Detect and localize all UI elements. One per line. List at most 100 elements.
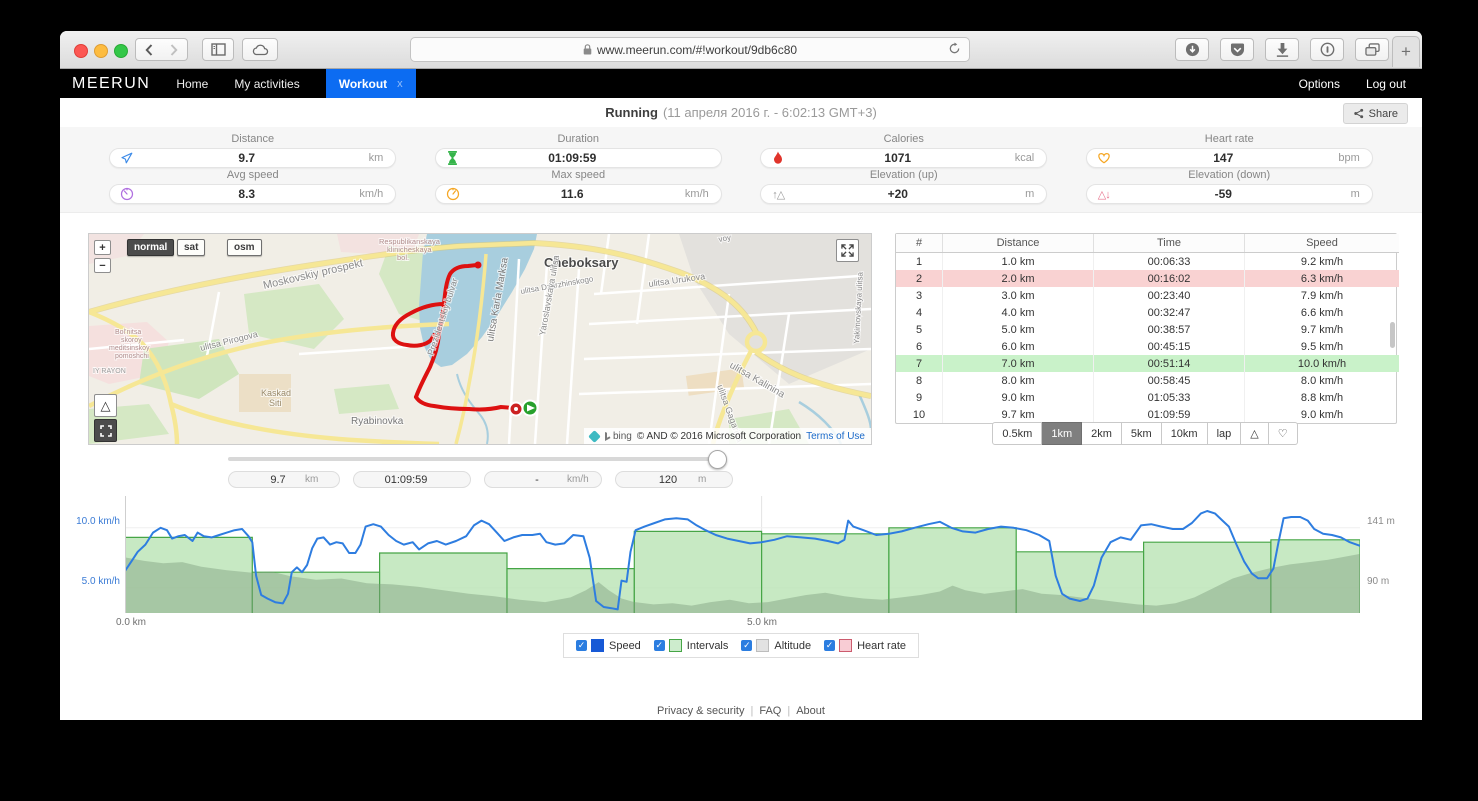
new-tab-button[interactable]: +	[1392, 36, 1420, 67]
split-row-3[interactable]: 3 3.0 km 00:23:40 7.9 km/h	[896, 287, 1399, 304]
download-manager-button[interactable]	[1175, 38, 1209, 61]
map-expand-button[interactable]	[836, 239, 859, 262]
splits-table: # Distance Time Speed 1 1.0 km 00:06:33 9.2 km…	[896, 234, 1399, 423]
split-row-2[interactable]: 2 2.0 km 00:16:02 6.3 km/h	[896, 270, 1399, 287]
show-all-tabs-button[interactable]	[1355, 38, 1389, 61]
map-fullscreen-button[interactable]	[94, 419, 117, 442]
page-title: Running	[605, 105, 658, 120]
tabs-overview-icon	[1364, 42, 1380, 56]
footer-link-privacy-security[interactable]: Privacy & security	[657, 705, 744, 717]
map-label: skoroy	[121, 337, 142, 344]
chevron-right-icon	[170, 43, 178, 56]
downloads-button[interactable]	[1265, 38, 1299, 61]
map-label: Kaskad	[261, 388, 291, 398]
legend-swatch	[668, 639, 682, 652]
reload-icon[interactable]	[948, 42, 961, 58]
meerun-logo[interactable]: MEERUN	[72, 75, 150, 93]
map-layer-sat[interactable]: sat	[177, 239, 206, 256]
footer-link-about[interactable]: About	[796, 705, 825, 717]
interval-bar[interactable]	[633, 530, 763, 613]
split-time: 00:06:33	[1093, 252, 1245, 270]
split-row-4[interactable]: 4 4.0 km 00:32:47 6.6 km/h	[896, 304, 1399, 321]
terms-of-use-link[interactable]: Terms of Use	[806, 431, 865, 442]
route-map[interactable]: Cheboksary Moskovskiy prospekt ulitsa Uruk…	[88, 233, 872, 445]
close-window-button[interactable]	[74, 44, 88, 58]
tab-workout-label: Workout	[338, 76, 388, 91]
split-row-1[interactable]: 1 1.0 km 00:06:33 9.2 km/h	[896, 252, 1399, 270]
page-footer: Privacy & security | FAQ | About	[657, 705, 825, 717]
interval-1km-button[interactable]: 1km	[1042, 422, 1083, 445]
column-header-distance[interactable]: Distance	[942, 234, 1094, 253]
column-header-time[interactable]: Time	[1093, 234, 1245, 253]
slider-track[interactable]	[228, 457, 722, 461]
interval-0-5km-button[interactable]: 0.5km	[992, 422, 1043, 445]
table-scrollbar[interactable]	[1390, 322, 1395, 348]
split-row-5[interactable]: 5 5.0 km 00:38:57 9.7 km/h	[896, 321, 1399, 338]
slider-thumb[interactable]	[708, 450, 728, 469]
tab-close-icon[interactable]: x	[397, 78, 403, 90]
stat-unit: bpm	[1338, 151, 1360, 164]
nav-options[interactable]: Options	[1299, 77, 1340, 91]
minimize-window-button[interactable]	[94, 44, 108, 58]
stat-label: Calories	[883, 132, 924, 145]
flame-icon	[761, 151, 795, 165]
split-row-6[interactable]: 6 6.0 km 00:45:15 9.5 km/h	[896, 338, 1399, 355]
y-right-tick-90: 90 m	[1367, 576, 1390, 587]
map-zoom-in-button[interactable]: +	[94, 240, 111, 255]
split-row-8[interactable]: 8 8.0 km 00:58:45 8.0 km/h	[896, 372, 1399, 389]
checkbox-checked-icon[interactable]: ✓	[741, 640, 753, 651]
stat-label: Heart rate	[1204, 132, 1254, 145]
footer-link-faq[interactable]: FAQ	[759, 705, 781, 717]
checkbox-checked-icon[interactable]: ✓	[575, 640, 587, 651]
split-time: 00:45:15	[1093, 338, 1245, 355]
zoom-window-button[interactable]	[114, 44, 128, 58]
position-slider[interactable]	[228, 449, 728, 469]
map-label: Siti	[269, 398, 282, 408]
url-bar[interactable]: www.meerun.com/#!workout/9db6c80	[410, 37, 970, 62]
share-label: Share	[1368, 107, 1398, 120]
tab-workout[interactable]: Workout x	[325, 69, 416, 98]
split-speed: 7.9 km/h	[1300, 289, 1344, 302]
column-header-speed[interactable]: Speed	[1244, 234, 1399, 253]
onepassword-button[interactable]	[1310, 38, 1344, 61]
keyhole-icon	[1320, 42, 1334, 57]
nav-item-home[interactable]: Home	[176, 77, 208, 91]
stat-value-pill: 9.7 km	[109, 147, 397, 168]
split-row-9[interactable]: 9 9.0 km 01:05:33 8.8 km/h	[896, 389, 1399, 406]
legend-item-heart-rate: ✓ Heart rate	[824, 639, 906, 652]
checkbox-checked-icon[interactable]: ✓	[824, 640, 836, 651]
pocket-button[interactable]	[1220, 38, 1254, 61]
column-header-number[interactable]: #	[896, 234, 943, 253]
share-button[interactable]: Share	[1342, 103, 1408, 124]
interval-2km-button[interactable]: 2km	[1082, 422, 1122, 445]
speed-altitude-chart[interactable]	[125, 496, 1360, 613]
nav-item-my-activities[interactable]: My activities	[234, 77, 299, 91]
map-layer-normal[interactable]: normal	[127, 239, 175, 256]
interval-5km-button[interactable]: 5km	[1121, 422, 1162, 445]
split-row-10[interactable]: 10 9.7 km 01:09:59 9.0 km/h	[896, 406, 1399, 423]
map-zoom-out-button[interactable]: −	[94, 258, 111, 273]
sidebar-toggle-button[interactable]	[202, 38, 234, 61]
stat-value-pill: ↑△ +20 m	[760, 184, 1048, 205]
checkbox-checked-icon[interactable]: ✓	[653, 640, 665, 651]
stat-value: +20	[887, 187, 908, 202]
expand-arrows-icon	[841, 244, 854, 257]
map-layer-osm[interactable]: osm	[227, 239, 262, 256]
map-warning-button[interactable]: △	[94, 394, 117, 417]
stat-value: 01:09:59	[548, 150, 597, 165]
hourglass-icon	[436, 150, 470, 165]
nav-log-out[interactable]: Log out	[1366, 77, 1406, 91]
split-speed: 6.3 km/h	[1300, 272, 1344, 285]
icloud-tabs-button[interactable]	[242, 38, 278, 61]
elevation-intervals-icon[interactable]: △	[1241, 422, 1269, 445]
forward-button[interactable]	[161, 38, 188, 61]
back-button[interactable]	[135, 38, 162, 61]
heart-intervals-icon[interactable]: ♡	[1268, 422, 1298, 445]
interval-lap-button[interactable]: lap	[1207, 422, 1242, 445]
split-row-7[interactable]: 7 7.0 km 00:51:14 10.0 km/h	[896, 355, 1399, 372]
split-distance: 4.0 km	[942, 304, 1094, 321]
browser-toolbar: www.meerun.com/#!workout/9db6c80 +	[60, 31, 1422, 69]
stat-distance: Distance 9.7 km	[90, 132, 416, 169]
interval-10km-button[interactable]: 10km	[1161, 422, 1208, 445]
chart-legend: ✓ Speed ✓ Intervals ✓ Altitude ✓ Heart rate	[562, 633, 920, 658]
